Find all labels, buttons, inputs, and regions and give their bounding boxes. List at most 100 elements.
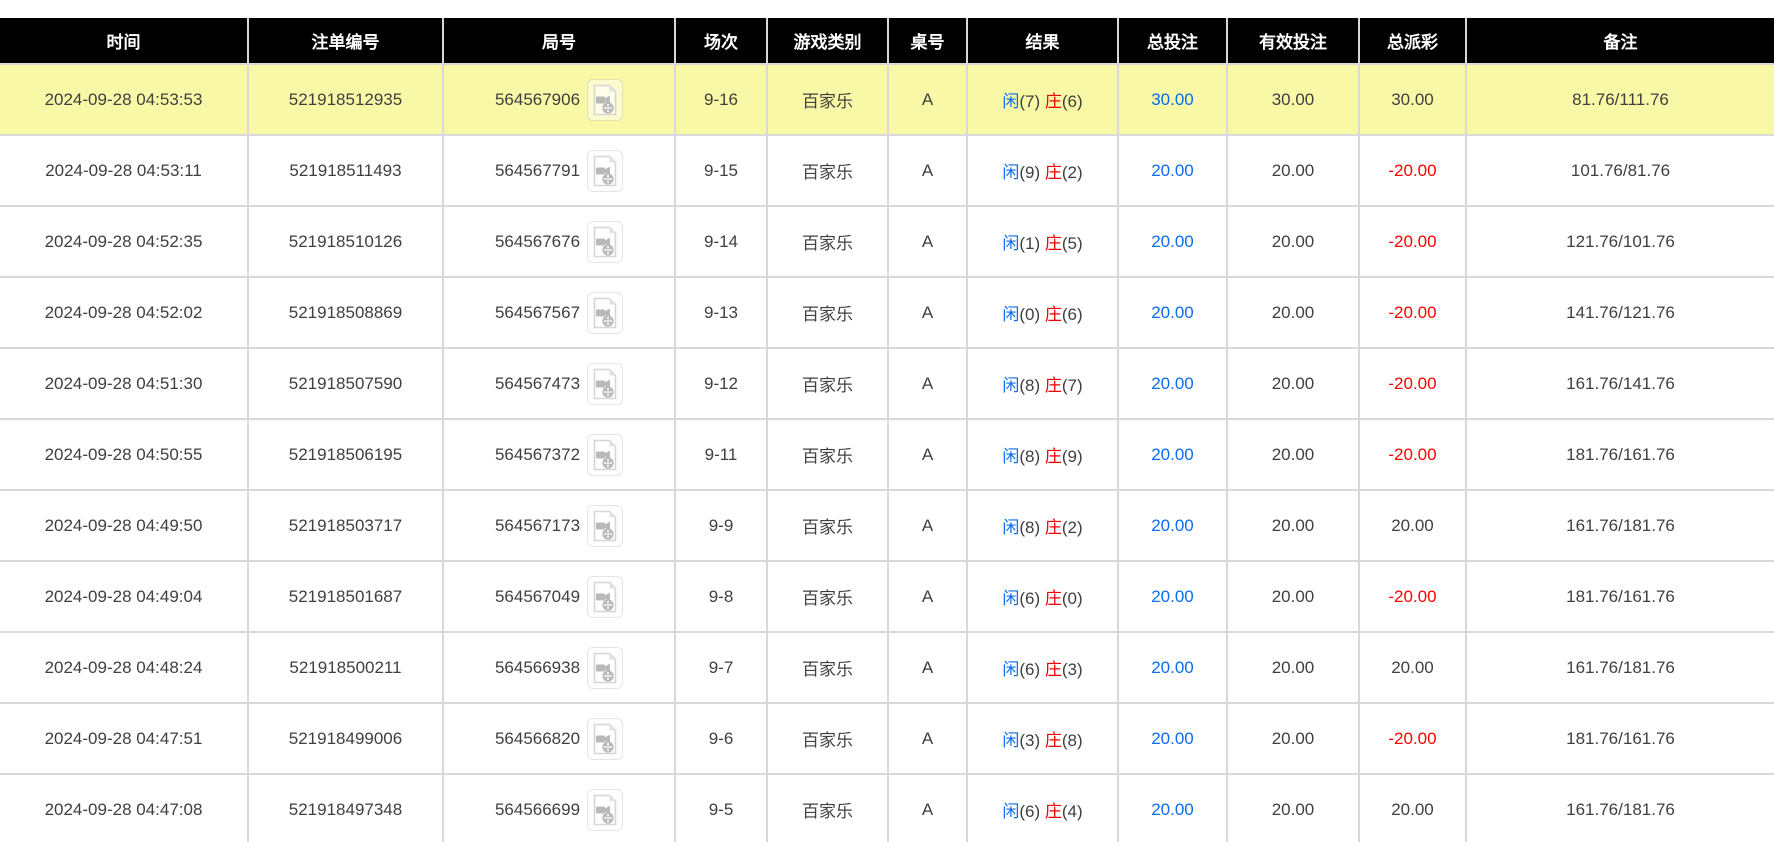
banker-label: 庄 xyxy=(1045,589,1062,608)
note-cell: 161.76/181.76 xyxy=(1466,490,1774,561)
banker-label: 庄 xyxy=(1045,305,1062,324)
player-label: 闲 xyxy=(1002,660,1019,679)
round-wrap: 564567173 xyxy=(445,505,673,547)
player-label: 闲 xyxy=(1002,518,1019,537)
player-result: 闲(8) xyxy=(1002,376,1040,395)
result-cell: 闲(1) 庄(5) xyxy=(967,206,1118,277)
player-points: 3 xyxy=(1025,731,1034,750)
banker-result: 庄(5) xyxy=(1045,234,1083,253)
banker-points: 8 xyxy=(1068,731,1077,750)
video-replay-button[interactable] xyxy=(587,434,623,476)
total-bet-cell: 30.00 xyxy=(1118,64,1227,135)
banker-result: 庄(2) xyxy=(1045,518,1083,537)
column-header-valid_bet: 有效投注 xyxy=(1227,18,1359,64)
valid-bet-cell: 20.00 xyxy=(1227,419,1359,490)
total-bet-cell: 20.00 xyxy=(1118,135,1227,206)
round-cell: 564567473 xyxy=(443,348,675,419)
round-number: 564567791 xyxy=(495,161,580,181)
bet-id-cell: 521918503717 xyxy=(248,490,443,561)
table-body: 2024-09-28 04:53:53521918512935564567906… xyxy=(0,64,1774,842)
round-wrap: 564566820 xyxy=(445,718,673,760)
round-number: 564566820 xyxy=(495,729,580,749)
valid-bet-cell: 20.00 xyxy=(1227,135,1359,206)
round-wrap: 564567567 xyxy=(445,292,673,334)
player-label: 闲 xyxy=(1002,731,1019,750)
video-replay-button[interactable] xyxy=(587,789,623,831)
game-type-cell: 百家乐 xyxy=(767,64,888,135)
video-file-icon xyxy=(592,226,618,258)
session-cell: 9-6 xyxy=(675,703,767,774)
banker-label: 庄 xyxy=(1045,92,1062,111)
total-payout-cell: -20.00 xyxy=(1359,419,1466,490)
table-row: 2024-09-28 04:47:08521918497348564566699… xyxy=(0,774,1774,842)
video-replay-button[interactable] xyxy=(587,363,623,405)
round-wrap: 564566938 xyxy=(445,647,673,689)
column-header-session: 场次 xyxy=(675,18,767,64)
total-bet-cell: 20.00 xyxy=(1118,632,1227,703)
round-number: 564567906 xyxy=(495,90,580,110)
total-payout-cell: 20.00 xyxy=(1359,632,1466,703)
table-row: 2024-09-28 04:49:50521918503717564567173… xyxy=(0,490,1774,561)
player-result: 闲(0) xyxy=(1002,305,1040,324)
table-no-cell: A xyxy=(888,64,967,135)
bet-id-cell: 521918508869 xyxy=(248,277,443,348)
player-result: 闲(8) xyxy=(1002,447,1040,466)
video-file-icon xyxy=(592,794,618,826)
banker-points: 4 xyxy=(1068,802,1077,821)
result-cell: 闲(3) 庄(8) xyxy=(967,703,1118,774)
banker-label: 庄 xyxy=(1045,802,1062,821)
banker-result: 庄(2) xyxy=(1045,163,1083,182)
video-replay-button[interactable] xyxy=(587,647,623,689)
video-replay-button[interactable] xyxy=(587,292,623,334)
valid-bet-cell: 20.00 xyxy=(1227,277,1359,348)
table-no-cell: A xyxy=(888,632,967,703)
total-payout-cell: 20.00 xyxy=(1359,490,1466,561)
round-cell: 564566699 xyxy=(443,774,675,842)
banker-result: 庄(6) xyxy=(1045,92,1083,111)
banker-points: 7 xyxy=(1068,376,1077,395)
banker-result: 庄(9) xyxy=(1045,447,1083,466)
round-number: 564566699 xyxy=(495,800,580,820)
banker-points: 6 xyxy=(1068,92,1077,111)
total-payout-cell: -20.00 xyxy=(1359,277,1466,348)
time-cell: 2024-09-28 04:49:04 xyxy=(0,561,248,632)
column-header-result: 结果 xyxy=(967,18,1118,64)
total-bet-cell: 20.00 xyxy=(1118,419,1227,490)
total-payout-cell: -20.00 xyxy=(1359,703,1466,774)
bet-records-page: 时间注单编号局号场次游戏类别桌号结果总投注有效投注总派彩备注 2024-09-2… xyxy=(0,0,1774,842)
total-bet-cell: 20.00 xyxy=(1118,490,1227,561)
video-file-icon xyxy=(592,723,618,755)
total-payout-cell: -20.00 xyxy=(1359,135,1466,206)
player-label: 闲 xyxy=(1002,305,1019,324)
bet-id-cell: 521918497348 xyxy=(248,774,443,842)
note-cell: 121.76/101.76 xyxy=(1466,206,1774,277)
video-replay-button[interactable] xyxy=(587,576,623,618)
game-type-cell: 百家乐 xyxy=(767,206,888,277)
video-file-icon xyxy=(592,155,618,187)
video-replay-button[interactable] xyxy=(587,79,623,121)
video-replay-button[interactable] xyxy=(587,221,623,263)
bet-records-table: 时间注单编号局号场次游戏类别桌号结果总投注有效投注总派彩备注 2024-09-2… xyxy=(0,18,1774,842)
session-cell: 9-9 xyxy=(675,490,767,561)
round-wrap: 564567473 xyxy=(445,363,673,405)
player-result: 闲(8) xyxy=(1002,518,1040,537)
total-payout-cell: -20.00 xyxy=(1359,561,1466,632)
banker-label: 庄 xyxy=(1045,376,1062,395)
banker-points: 3 xyxy=(1068,660,1077,679)
video-replay-button[interactable] xyxy=(587,718,623,760)
video-replay-button[interactable] xyxy=(587,505,623,547)
game-type-cell: 百家乐 xyxy=(767,774,888,842)
table-no-cell: A xyxy=(888,277,967,348)
note-cell: 161.76/181.76 xyxy=(1466,774,1774,842)
player-label: 闲 xyxy=(1002,163,1019,182)
table-no-cell: A xyxy=(888,419,967,490)
round-wrap: 564567906 xyxy=(445,79,673,121)
round-number: 564567173 xyxy=(495,516,580,536)
round-cell: 564567372 xyxy=(443,419,675,490)
banker-label: 庄 xyxy=(1045,234,1062,253)
total-payout-cell: 30.00 xyxy=(1359,64,1466,135)
game-type-cell: 百家乐 xyxy=(767,135,888,206)
video-replay-button[interactable] xyxy=(587,150,623,192)
player-result: 闲(7) xyxy=(1002,92,1040,111)
session-cell: 9-7 xyxy=(675,632,767,703)
